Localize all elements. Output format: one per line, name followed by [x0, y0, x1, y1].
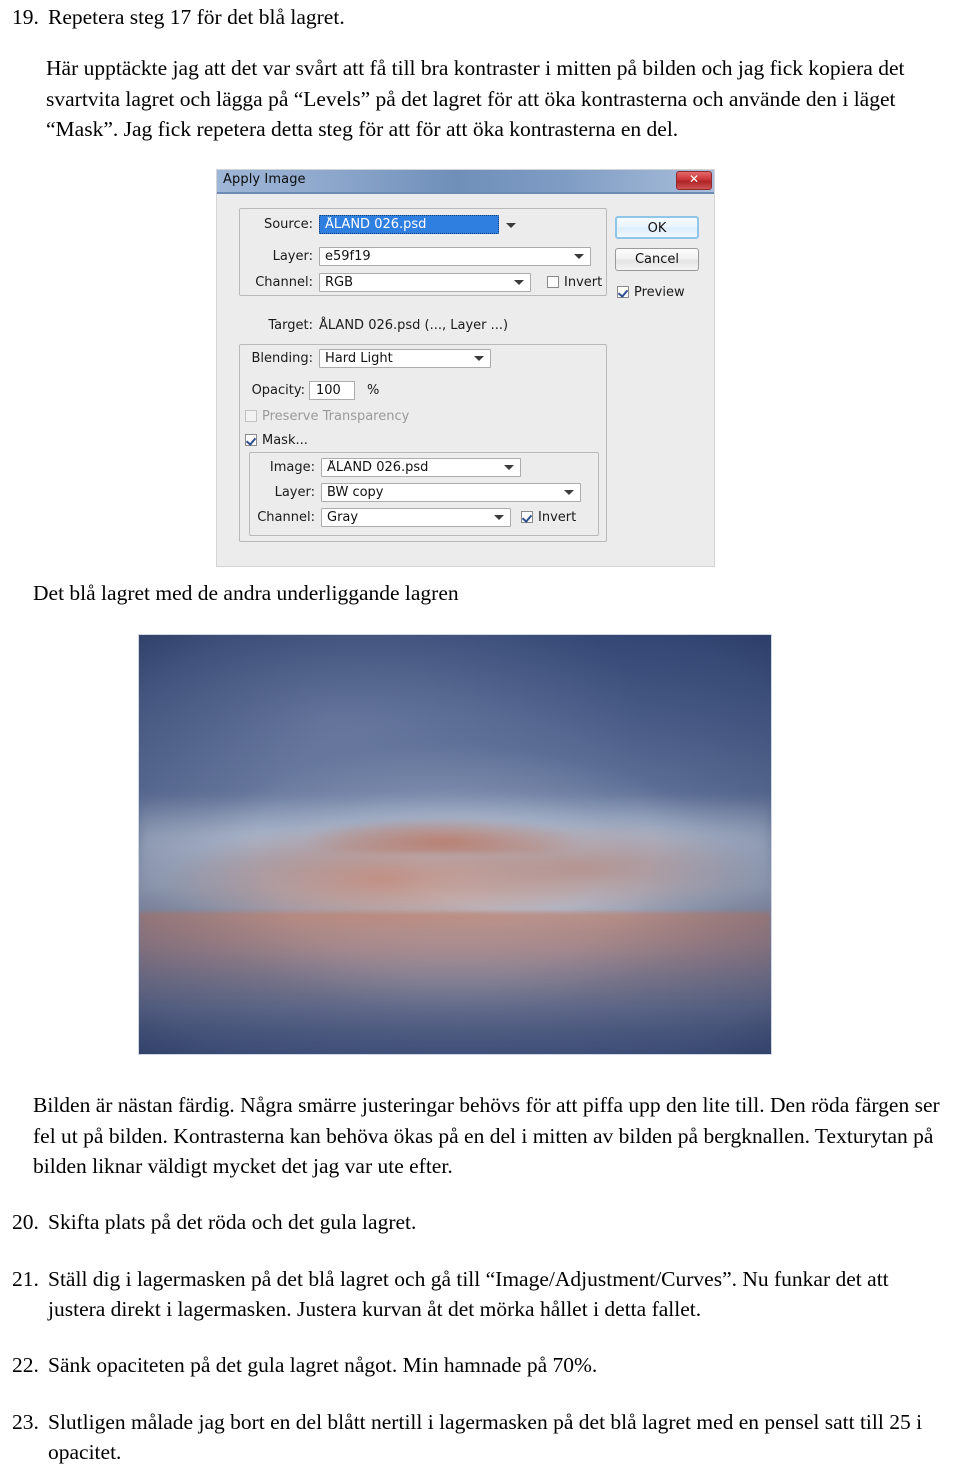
mask-channel-row: Channel: Gray Invert	[245, 507, 605, 527]
mask-layer-select[interactable]: BW copy	[321, 482, 581, 502]
mask-label: Mask...	[262, 432, 308, 448]
source-layer-label: Layer:	[272, 248, 313, 264]
mask-image-row: Image: ÅLAND 026.psd	[257, 457, 597, 477]
result-photo	[138, 634, 772, 1055]
mask-image-label: Image:	[269, 459, 315, 475]
mask-layer-label: Layer:	[274, 484, 315, 500]
checkbox-icon	[547, 276, 559, 288]
list-item: 23. Slutligen målade jag bort en del blå…	[12, 1407, 948, 1467]
source-channel-value: RGB	[325, 274, 354, 290]
list-item: 22. Sänk opaciteten på det gula lagret n…	[12, 1350, 942, 1380]
source-label: Source:	[263, 216, 313, 232]
chevron-down-icon	[574, 254, 584, 259]
source-channel-label: Channel:	[255, 274, 313, 290]
chevron-down-icon	[504, 465, 514, 470]
blending-select[interactable]: Hard Light	[319, 348, 491, 368]
checkbox-icon	[617, 286, 629, 298]
source-select[interactable]: ÅLAND 026.psd	[319, 214, 499, 234]
source-value: ÅLAND 026.psd	[325, 216, 427, 232]
step-number: 21.	[12, 1267, 39, 1291]
close-icon[interactable]: ✕	[676, 171, 712, 190]
step-number: 20.	[12, 1210, 39, 1234]
mask-layer-value: BW copy	[327, 484, 384, 500]
opacity-row: Opacity: 100 %	[247, 380, 507, 400]
step-text: Slutligen målade jag bort en del blått n…	[48, 1410, 923, 1464]
source-layer-value: e59f19	[325, 248, 371, 264]
mask-invert-label: Invert	[538, 509, 577, 525]
chevron-down-icon	[474, 356, 484, 361]
opacity-label: Opacity:	[251, 382, 305, 398]
preview-row: Preview	[617, 282, 685, 302]
mask-row: Mask...	[245, 430, 308, 450]
cancel-button[interactable]: Cancel	[615, 248, 699, 271]
source-layer-row: Layer: e59f19	[247, 246, 607, 266]
step-number: 22.	[12, 1353, 39, 1377]
list-item: 20. Skifta plats på det röda och det gul…	[12, 1207, 942, 1237]
opacity-value: 100	[316, 382, 341, 398]
chevron-down-icon	[564, 490, 574, 495]
chevron-down-icon	[514, 280, 524, 285]
step-text: Ställ dig i lagermasken på det blå lagre…	[48, 1267, 889, 1321]
source-invert-checkbox[interactable]: Invert	[547, 275, 602, 290]
chevron-down-icon	[506, 222, 516, 228]
opacity-input[interactable]: 100	[309, 380, 355, 400]
checkbox-icon	[521, 511, 533, 523]
source-channel-select[interactable]: RGB	[319, 272, 531, 292]
mask-invert-checkbox[interactable]: Invert	[521, 510, 576, 525]
mask-image-value: ÅLAND 026.psd	[327, 459, 429, 475]
figure-caption-layers: Det blå lagret med de andra underliggand…	[33, 581, 459, 605]
ok-button[interactable]: OK	[615, 216, 699, 239]
dialog-title: Apply Image	[223, 172, 306, 187]
preserve-transparency-checkbox: Preserve Transparency	[245, 409, 409, 424]
mask-channel-value: Gray	[327, 509, 359, 525]
dialog-titlebar: Apply Image ✕	[217, 170, 714, 194]
source-invert-label: Invert	[564, 274, 603, 290]
blending-label: Blending:	[251, 350, 313, 366]
step-number: 23.	[12, 1410, 39, 1434]
target-label: Target:	[268, 317, 313, 333]
step-text: Repetera steg 17 för det blå lagret.	[48, 5, 345, 29]
step-number: 19.	[12, 5, 39, 29]
chevron-down-icon	[494, 515, 504, 520]
blending-value: Hard Light	[325, 350, 393, 366]
mask-layer-row: Layer: BW copy	[257, 482, 597, 502]
source-channel-row: Channel: RGB Invert	[247, 272, 667, 292]
checkbox-icon	[245, 434, 257, 446]
list-item: 21. Ställ dig i lagermasken på det blå l…	[12, 1264, 948, 1324]
opacity-unit: %	[367, 382, 380, 398]
step-text: Sänk opaciteten på det gula lagret något…	[48, 1353, 598, 1377]
apply-image-dialog: Apply Image ✕ Source: ÅLAND 026.psd Laye…	[217, 170, 714, 566]
preview-label: Preview	[634, 284, 685, 300]
mask-image-select[interactable]: ÅLAND 026.psd	[321, 457, 521, 477]
target-row: Target: ÅLAND 026.psd (..., Layer ...)	[247, 315, 508, 335]
source-row: Source: ÅLAND 026.psd	[247, 214, 607, 234]
mask-checkbox[interactable]: Mask...	[245, 433, 308, 448]
preview-checkbox[interactable]: Preview	[617, 285, 685, 300]
target-value: ÅLAND 026.psd (..., Layer ...)	[319, 317, 509, 333]
paragraph-result: Bilden är nästan färdig. Några smärre ju…	[33, 1093, 940, 1178]
checkbox-icon	[245, 410, 257, 422]
list-item: 19. Repetera steg 17 för det blå lagret.	[12, 2, 942, 32]
mask-channel-label: Channel:	[257, 509, 315, 525]
mask-channel-select[interactable]: Gray	[321, 507, 511, 527]
source-dropdown-arrow-wrap[interactable]	[499, 215, 523, 234]
dialog-body: Source: ÅLAND 026.psd Layer: e59f19 Chan…	[217, 194, 714, 566]
paragraph-intro: Här upptäckte jag att det var svårt att …	[46, 56, 905, 141]
document-page: 19. Repetera steg 17 för det blå lagret.…	[0, 0, 960, 1466]
step-text: Skifta plats på det röda och det gula la…	[48, 1210, 417, 1234]
blending-row: Blending: Hard Light	[247, 348, 587, 368]
source-layer-select[interactable]: e59f19	[319, 246, 591, 266]
photo-vignette-overlay	[139, 635, 771, 1054]
preserve-transparency-label: Preserve Transparency	[262, 408, 410, 424]
preserve-transparency-row: Preserve Transparency	[245, 406, 409, 426]
